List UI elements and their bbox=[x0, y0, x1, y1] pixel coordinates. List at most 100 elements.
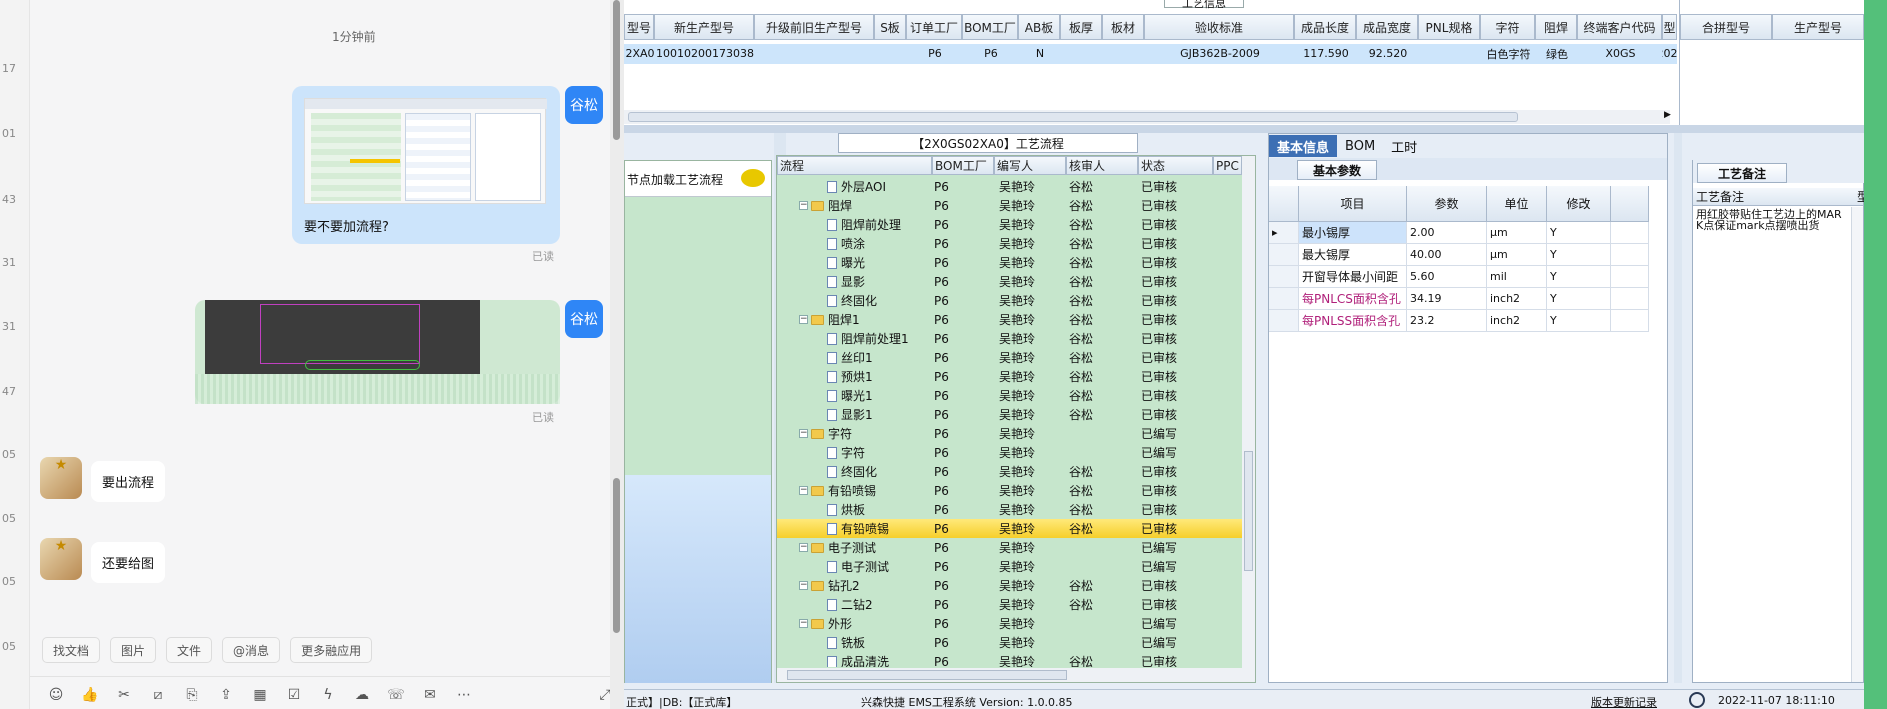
flow-row[interactable]: 预烘1 P6 吴艳玲 谷松 已审核 bbox=[777, 367, 1242, 386]
info-tab[interactable]: 工时 bbox=[1383, 135, 1425, 157]
update-log-link[interactable]: 版本更新记录 bbox=[1591, 694, 1657, 709]
order-cell[interactable]: 白色字符 bbox=[1480, 44, 1535, 63]
tab-remark[interactable]: 工艺备注 bbox=[1697, 163, 1787, 183]
mail-icon[interactable]: ✉ bbox=[420, 685, 440, 705]
splitter[interactable] bbox=[624, 125, 1864, 133]
flow-row[interactable]: 二钻2 P6 吴艳玲 谷松 已审核 bbox=[777, 595, 1242, 614]
param-row[interactable]: 开窗导体最小间距 5.60 mil Y bbox=[1269, 266, 1649, 288]
collapse-toggle-icon[interactable]: − bbox=[799, 543, 808, 552]
flow-row[interactable]: 终固化 P6 吴艳玲 谷松 已审核 bbox=[777, 291, 1242, 310]
info-tab[interactable]: BOM bbox=[1337, 135, 1383, 157]
remark-text[interactable]: 用红胶带贴住工艺边上的MARK点保证mark点摆喷出货 bbox=[1696, 209, 1846, 231]
node-load-bar[interactable]: 节点加载工艺流程 bbox=[625, 161, 771, 197]
checkbox-icon[interactable]: ☑ bbox=[284, 685, 304, 705]
more-apps-button[interactable]: 更多融应用 bbox=[290, 637, 373, 663]
screenshot-thumbnail[interactable] bbox=[304, 98, 547, 204]
param-val-cell[interactable]: 23.2 bbox=[1407, 310, 1487, 332]
chat-scrollbar[interactable] bbox=[610, 0, 624, 709]
my-avatar[interactable]: 谷松 bbox=[565, 86, 603, 124]
flow-row[interactable]: − 钻孔2 P6 吴艳玲 谷松 已审核 bbox=[777, 576, 1242, 595]
tab-basic-params[interactable]: 基本参数 bbox=[1297, 160, 1377, 180]
arrow-right-icon[interactable]: ▶ bbox=[1664, 110, 1671, 120]
upload-icon[interactable]: ⇪ bbox=[216, 685, 236, 705]
contact-avatar-2[interactable]: ★ bbox=[40, 538, 82, 580]
collapse-toggle-icon[interactable]: − bbox=[799, 486, 808, 495]
contact-avatar[interactable]: ★ bbox=[40, 457, 82, 499]
flow-hscrollbar[interactable] bbox=[777, 668, 1255, 682]
flow-row[interactable]: − 外形 P6 吴艳玲 已编写 bbox=[777, 614, 1242, 633]
param-unit-cell[interactable]: μm bbox=[1487, 244, 1547, 266]
order-data-row[interactable]: 2XA0 10010200173038 P6 P6 N GJB362B-2009 117.5… bbox=[624, 44, 1677, 64]
flow-row[interactable]: − 电子测试 P6 吴艳玲 已编写 bbox=[777, 538, 1242, 557]
emoji-icon[interactable]: ☺ bbox=[46, 685, 66, 705]
flow-row[interactable]: 烘板 P6 吴艳玲 谷松 已审核 bbox=[777, 500, 1242, 519]
lightning-icon[interactable]: ϟ bbox=[318, 685, 338, 705]
more-icon[interactable]: ⋯ bbox=[454, 685, 474, 705]
order-cell[interactable]: P6 bbox=[906, 44, 962, 63]
collapse-toggle-icon[interactable]: − bbox=[799, 429, 808, 438]
collapse-toggle-icon[interactable]: − bbox=[799, 201, 808, 210]
param-mod-cell[interactable]: Y bbox=[1547, 310, 1611, 332]
order-hscrollbar[interactable]: ▶ bbox=[624, 110, 1671, 124]
order-cell[interactable]: X0GS bbox=[1577, 44, 1662, 63]
message-bubble-image-text[interactable]: 要不要加流程? bbox=[292, 86, 560, 244]
collapse-toggle-icon[interactable]: − bbox=[799, 315, 808, 324]
param-val-cell[interactable]: 5.60 bbox=[1407, 266, 1487, 288]
param-mod-cell[interactable]: Y bbox=[1547, 244, 1611, 266]
order-cell[interactable]: 2022 bbox=[1662, 44, 1677, 63]
image-button[interactable]: 图片 bbox=[110, 637, 157, 663]
flow-row[interactable]: 显影1 P6 吴艳玲 谷松 已审核 bbox=[777, 405, 1242, 424]
order-cell[interactable] bbox=[1060, 44, 1102, 63]
drawing-thumbnail[interactable] bbox=[205, 300, 480, 374]
my-avatar-2[interactable]: 谷松 bbox=[565, 300, 603, 338]
flow-row[interactable]: 字符 P6 吴艳玲 已编写 bbox=[777, 443, 1242, 462]
flow-row[interactable]: 喷涂 P6 吴艳玲 谷松 已审核 bbox=[777, 234, 1242, 253]
flow-row[interactable]: 曝光1 P6 吴艳玲 谷松 已审核 bbox=[777, 386, 1242, 405]
order-cell[interactable] bbox=[874, 44, 906, 63]
param-val-cell[interactable]: 34.19 bbox=[1407, 288, 1487, 310]
order-cell[interactable]: 2XA0 bbox=[624, 44, 654, 63]
flow-row[interactable]: 显影 P6 吴艳玲 谷松 已审核 bbox=[777, 272, 1242, 291]
flow-row[interactable]: − 有铅喷锡 P6 吴艳玲 谷松 已审核 bbox=[777, 481, 1242, 500]
param-unit-cell[interactable]: inch2 bbox=[1487, 288, 1547, 310]
param-val-cell[interactable]: 2.00 bbox=[1407, 222, 1487, 244]
remark-vscrollbar[interactable] bbox=[1851, 207, 1863, 682]
order-cell[interactable]: GJB362B-2009 bbox=[1144, 44, 1294, 63]
param-unit-cell[interactable]: inch2 bbox=[1487, 310, 1547, 332]
calendar-icon[interactable]: ▦ bbox=[250, 685, 270, 705]
param-row[interactable]: 最大锡厚 40.00 μm Y bbox=[1269, 244, 1649, 266]
find-doc-button[interactable]: 找文档 bbox=[42, 637, 101, 663]
row-selector[interactable] bbox=[1269, 288, 1299, 310]
order-cell[interactable]: 绿色 bbox=[1535, 44, 1577, 63]
flow-row[interactable]: − 阻焊 P6 吴艳玲 谷松 已审核 bbox=[777, 196, 1242, 215]
row-selector[interactable] bbox=[1269, 244, 1299, 266]
param-unit-cell[interactable]: μm bbox=[1487, 222, 1547, 244]
row-selector[interactable] bbox=[1269, 266, 1299, 288]
message-bubble-image[interactable] bbox=[195, 300, 560, 404]
param-row[interactable]: ▸ 最小锡厚 2.00 μm Y bbox=[1269, 222, 1649, 244]
flow-row[interactable]: 铣板 P6 吴艳玲 已编写 bbox=[777, 633, 1242, 652]
comment-icon[interactable] bbox=[741, 169, 765, 187]
info-tab[interactable]: 基本信息 bbox=[1269, 135, 1338, 157]
thumbs-up-icon[interactable]: 👍 bbox=[80, 685, 100, 705]
param-row[interactable]: 每PNLSS面积含孔 23.2 inch2 Y bbox=[1269, 310, 1649, 332]
order-cell[interactable]: N bbox=[1018, 44, 1060, 63]
param-mod-cell[interactable]: Y bbox=[1547, 288, 1611, 310]
flow-row[interactable]: 阻焊前处理 P6 吴艳玲 谷松 已审核 bbox=[777, 215, 1242, 234]
flow-row[interactable]: − 阻焊1 P6 吴艳玲 谷松 已审核 bbox=[777, 310, 1242, 329]
order-cell[interactable]: 117.590 bbox=[1294, 44, 1356, 63]
row-selector[interactable] bbox=[1269, 310, 1299, 332]
flow-row[interactable]: 丝印1 P6 吴艳玲 谷松 已审核 bbox=[777, 348, 1242, 367]
param-unit-cell[interactable]: mil bbox=[1487, 266, 1547, 288]
param-val-cell[interactable]: 40.00 bbox=[1407, 244, 1487, 266]
mention-button[interactable]: @消息 bbox=[222, 637, 281, 663]
flow-row[interactable]: 终固化 P6 吴艳玲 谷松 已审核 bbox=[777, 462, 1242, 481]
flow-row[interactable]: 有铅喷锡 P6 吴艳玲 谷松 已审核 bbox=[777, 519, 1242, 538]
order-cell[interactable]: 92.520 bbox=[1356, 44, 1418, 63]
order-cell[interactable]: P6 bbox=[962, 44, 1018, 63]
param-mod-cell[interactable]: Y bbox=[1547, 222, 1611, 244]
flow-row[interactable]: 电子测试 P6 吴艳玲 已编写 bbox=[777, 557, 1242, 576]
chat-scroll-thumb[interactable] bbox=[613, 478, 620, 633]
flow-row[interactable]: 外层AOI P6 吴艳玲 谷松 已审核 bbox=[777, 177, 1242, 196]
cloud-icon[interactable]: ☁ bbox=[352, 685, 372, 705]
